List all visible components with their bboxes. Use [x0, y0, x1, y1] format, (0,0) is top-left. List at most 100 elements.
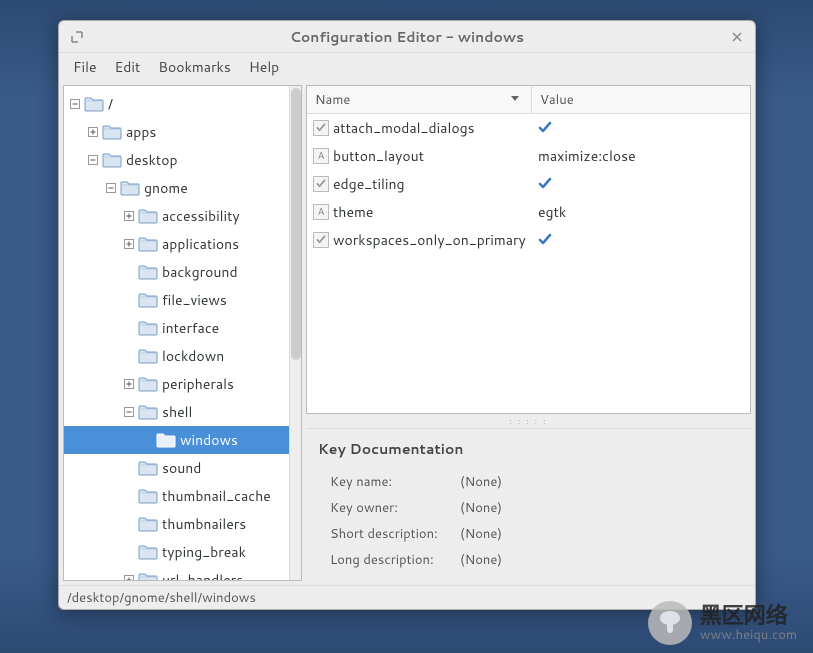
expand-icon[interactable] — [122, 237, 136, 251]
folder-icon — [138, 404, 158, 420]
tree-item-apps[interactable]: apps — [64, 118, 301, 146]
maximize-icon[interactable] — [69, 29, 85, 45]
tree-item--[interactable]: / — [64, 90, 301, 118]
tree-item-label: lockdown — [162, 346, 224, 366]
doc-table: Key name:(None)Key owner:(None)Short des… — [318, 469, 739, 573]
expand-icon[interactable] — [86, 125, 100, 139]
tree-item-applications[interactable]: applications — [64, 230, 301, 258]
column-header-value[interactable]: Value — [532, 86, 750, 113]
watermark: 黑区网络 www.heiqu.com — [648, 601, 797, 645]
watermark-url: www.heiqu.com — [700, 628, 797, 642]
expand-icon[interactable] — [122, 377, 136, 391]
folder-icon — [138, 208, 158, 224]
app-window: Configuration Editor - windows File Edit… — [58, 20, 756, 610]
doc-label: Long description: — [330, 551, 460, 569]
check-icon — [538, 121, 552, 135]
doc-label: Key name: — [330, 473, 460, 491]
tree-item-label: thumbnail_cache — [162, 486, 271, 506]
tree-item-label: background — [162, 262, 238, 282]
cell-name: attach_modal_dialogs — [307, 118, 532, 138]
cell-value[interactable]: egtk — [532, 202, 750, 222]
tree-item-shell[interactable]: shell — [64, 398, 301, 426]
collapse-icon[interactable] — [122, 405, 136, 419]
tree-item-gnome[interactable]: gnome — [64, 174, 301, 202]
scrollbar-thumb[interactable] — [291, 88, 301, 360]
menu-help[interactable]: Help — [241, 53, 287, 81]
tree-item-lockdown[interactable]: lockdown — [64, 342, 301, 370]
doc-value: (None) — [460, 499, 502, 517]
value-text: egtk — [538, 202, 566, 222]
doc-row: Short description:(None) — [330, 521, 739, 547]
cell-value[interactable] — [532, 233, 750, 247]
titlebar[interactable]: Configuration Editor - windows — [59, 21, 755, 53]
folder-icon — [138, 348, 158, 364]
collapse-icon[interactable] — [86, 153, 100, 167]
grid-row[interactable]: Abutton_layoutmaximize:close — [307, 142, 750, 170]
grid-row[interactable]: Atheme egtk — [307, 198, 750, 226]
grid-row[interactable]: workspaces_only_on_primary — [307, 226, 750, 254]
folder-icon — [138, 376, 158, 392]
doc-title: Key Documentation — [318, 439, 739, 459]
folder-icon — [102, 152, 122, 168]
tree-item-label: file_views — [162, 290, 227, 310]
bool-type-icon — [313, 120, 329, 136]
tree-item-accessibility[interactable]: accessibility — [64, 202, 301, 230]
cell-name: Atheme — [307, 202, 532, 222]
menu-file[interactable]: File — [65, 53, 105, 81]
tree-item-label: desktop — [126, 150, 178, 170]
tree-sidebar[interactable]: / apps desktop gnome accessibility applicatio… — [63, 85, 302, 581]
grid-row[interactable]: attach_modal_dialogs — [307, 114, 750, 142]
cell-name: Abutton_layout — [307, 146, 532, 166]
doc-value: (None) — [460, 525, 502, 543]
key-name: button_layout — [333, 146, 424, 166]
cell-value[interactable]: maximize:close — [532, 146, 750, 166]
key-name: theme — [333, 202, 373, 222]
key-name: workspaces_only_on_primary — [333, 230, 526, 250]
bool-type-icon — [313, 232, 329, 248]
pane-resize-grip[interactable]: : : : : : — [306, 418, 751, 424]
tree-item-file-views[interactable]: file_views — [64, 286, 301, 314]
tree-item-url-handlers[interactable]: url-handlers — [64, 566, 301, 581]
sort-desc-icon — [509, 91, 521, 109]
collapse-icon[interactable] — [104, 181, 118, 195]
close-icon[interactable] — [729, 29, 745, 45]
cell-name: workspaces_only_on_primary — [307, 230, 532, 250]
tree-item-interface[interactable]: interface — [64, 314, 301, 342]
doc-value: (None) — [460, 551, 502, 569]
column-header-value-label: Value — [540, 91, 574, 109]
folder-icon — [138, 488, 158, 504]
tree-item-thumbnailers[interactable]: thumbnailers — [64, 510, 301, 538]
menu-edit[interactable]: Edit — [107, 53, 149, 81]
tree-item-label: sound — [162, 458, 201, 478]
tree-item-thumbnail-cache[interactable]: thumbnail_cache — [64, 482, 301, 510]
tree-item-label: / — [108, 94, 113, 114]
menu-bookmarks[interactable]: Bookmarks — [150, 53, 239, 81]
tree-item-label: accessibility — [162, 206, 240, 226]
key-grid: Name Value attach_modal_dialogs Abutton_l… — [306, 85, 751, 414]
grid-body[interactable]: attach_modal_dialogs Abutton_layoutmaximi… — [307, 114, 750, 413]
cell-value[interactable] — [532, 121, 750, 135]
tree-item-desktop[interactable]: desktop — [64, 146, 301, 174]
key-name: attach_modal_dialogs — [333, 118, 475, 138]
tree-item-typing-break[interactable]: typing_break — [64, 538, 301, 566]
tree-item-windows[interactable]: windows — [64, 426, 301, 454]
expand-icon[interactable] — [122, 209, 136, 223]
watermark-text: 黑区网络 — [700, 604, 797, 628]
collapse-icon[interactable] — [68, 97, 82, 111]
folder-icon — [138, 460, 158, 476]
column-header-name[interactable]: Name — [307, 86, 532, 113]
cell-name: edge_tiling — [307, 174, 532, 194]
tree-item-label: applications — [162, 234, 239, 254]
tree-item-label: typing_break — [162, 542, 246, 562]
folder-icon — [138, 292, 158, 308]
cell-value[interactable] — [532, 177, 750, 191]
grid-header: Name Value — [307, 86, 750, 114]
tree-item-sound[interactable]: sound — [64, 454, 301, 482]
scrollbar[interactable] — [289, 86, 301, 580]
grid-row[interactable]: edge_tiling — [307, 170, 750, 198]
key-documentation-panel: Key Documentation Key name:(None)Key own… — [306, 428, 751, 581]
tree-item-background[interactable]: background — [64, 258, 301, 286]
expand-icon[interactable] — [122, 573, 136, 581]
tree-item-label: peripherals — [162, 374, 234, 394]
tree-item-peripherals[interactable]: peripherals — [64, 370, 301, 398]
